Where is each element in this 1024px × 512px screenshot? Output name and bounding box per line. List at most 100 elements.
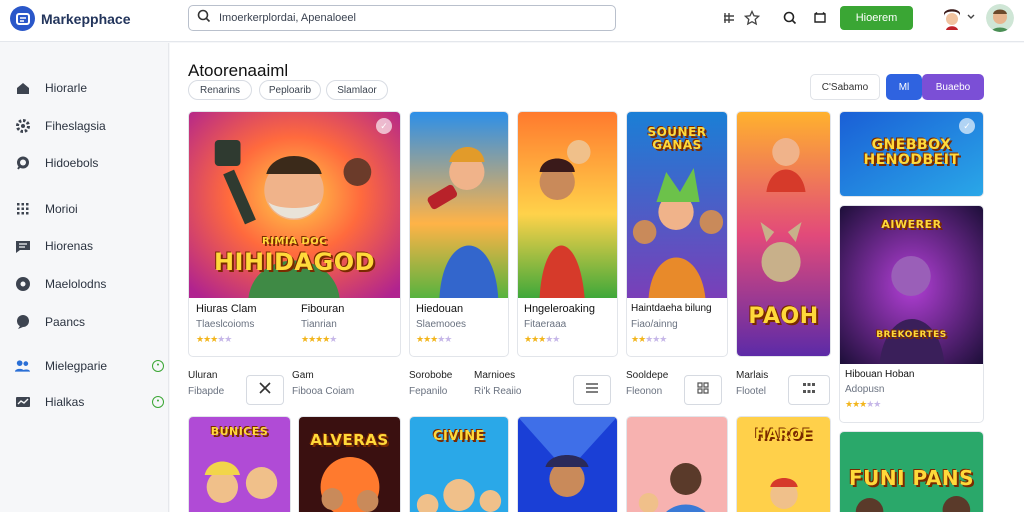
- sidebar-item-label: Hialkas: [45, 394, 85, 409]
- grid-icon: [697, 381, 709, 399]
- game-card[interactable]: BUNICES: [188, 416, 291, 512]
- sort-button[interactable]: C'Sabamo: [810, 74, 880, 100]
- game-card[interactable]: [626, 416, 728, 512]
- primary-action-button[interactable]: Hioerem: [840, 6, 913, 30]
- grid-button[interactable]: [684, 375, 722, 405]
- tools-icon: [258, 381, 272, 400]
- game-card[interactable]: Hngeleroaking Fitaeraaa ★★★★★: [517, 111, 618, 357]
- filter-chip[interactable]: Peploarib: [259, 80, 321, 100]
- rating-stars: ★★★★★: [631, 334, 667, 344]
- item-title: Marlais: [736, 370, 769, 381]
- game-title: Haintdaeha bilung: [631, 303, 712, 314]
- game-card[interactable]: RIMIA DOC HIHIDAGOD ✓ Hiuras Clam Tlaesl…: [188, 111, 401, 357]
- game-art-title: AIWERER: [881, 218, 942, 231]
- game-subtitle: Fiao/ainng: [631, 319, 678, 330]
- game-thumbnail: AIWERER BREKOERTES: [840, 206, 983, 364]
- rating-stars: ★★★★★: [196, 334, 232, 344]
- logo[interactable]: Markepphace: [10, 6, 130, 31]
- profile-avatar[interactable]: [986, 4, 1014, 32]
- comment-icon: [14, 313, 31, 330]
- search-bar[interactable]: [188, 5, 616, 31]
- sidebar-item-messages[interactable]: Hiorenas: [14, 237, 164, 254]
- grid-icon: [14, 200, 31, 217]
- list-icon: [585, 381, 599, 399]
- sidebar-item-label: Hiorarle: [45, 80, 88, 95]
- sidebar-item-label: Fiheslagsia: [45, 118, 106, 133]
- game-title: Hiuras Clam: [196, 303, 257, 315]
- game-art-title: BUNICES: [210, 425, 269, 438]
- game-art-title: PAOH: [748, 304, 819, 329]
- chevron-down-icon[interactable]: [966, 12, 976, 22]
- search-icon[interactable]: [781, 9, 799, 27]
- game-subtitle: Tianrian: [301, 319, 337, 330]
- filter-chip[interactable]: Renarins: [188, 80, 252, 100]
- search-input[interactable]: [219, 12, 599, 24]
- game-art-subtitle: RIMIA DOC: [262, 236, 327, 247]
- game-thumbnail: CIVINE: [410, 417, 508, 512]
- sidebar-item-label: Hidoebols: [45, 155, 99, 170]
- game-subtitle: Slaemooes: [416, 319, 467, 330]
- grid-button[interactable]: [788, 375, 830, 405]
- grid-icon[interactable]: [720, 9, 738, 27]
- item-title: Sorobobe: [409, 370, 453, 381]
- item-title: Gam: [292, 370, 314, 381]
- item-subtitle: Fibapde: [188, 386, 225, 397]
- game-thumbnail: RIMIA DOC HIHIDAGOD ✓: [189, 112, 400, 298]
- main-content: Atoorenaaiml Renarins Peploarib Slamlaor…: [170, 43, 1024, 512]
- favorite-icon[interactable]: ✓: [959, 118, 975, 134]
- top-bar: Markepphace Hioerem: [0, 0, 1024, 42]
- game-card[interactable]: AIWERER BREKOERTES Hibouan Hoban Adopusn…: [839, 205, 984, 423]
- game-card[interactable]: HAROE: [736, 416, 831, 512]
- star-icon[interactable]: [743, 9, 761, 27]
- game-thumbnail: FUNI PANS: [840, 432, 983, 512]
- app-name: Markepphace: [41, 10, 131, 27]
- avatar[interactable]: [938, 4, 966, 32]
- page-title: Atoorenaaiml: [188, 61, 289, 80]
- item-subtitle: Fepanilo: [409, 386, 448, 397]
- favorite-icon[interactable]: ✓: [376, 118, 392, 134]
- list-button[interactable]: [573, 375, 611, 405]
- rating-stars: ★★★★★: [416, 334, 452, 344]
- game-title: Hiedouan: [416, 303, 464, 315]
- sidebar-item-users[interactable]: Mielegparie •: [14, 357, 164, 374]
- sidebar-item-media[interactable]: Maelolodns: [14, 275, 164, 292]
- filter-chip[interactable]: Slamlaor: [326, 80, 388, 100]
- sidebar-item-label: Mielegparie: [45, 358, 108, 373]
- game-thumbnail: PAOH: [737, 112, 830, 356]
- disc-icon: [14, 275, 31, 292]
- grid-view-button[interactable]: Ml: [886, 74, 922, 100]
- game-art-title: ALVERAS: [310, 431, 389, 449]
- game-card[interactable]: FUNI PANS: [839, 431, 984, 512]
- game-thumbnail: [410, 112, 508, 298]
- game-title: Hibouan Hoban: [845, 369, 915, 380]
- sidebar-item-chat[interactable]: Hidoebols: [14, 154, 164, 171]
- item-subtitle: Fibooa Coiam: [292, 386, 355, 397]
- game-card[interactable]: GNEBBOX HENODBEIT ✓: [839, 111, 984, 197]
- sidebar: Hiorarle Fiheslagsia Hidoebols Morioi Hi…: [0, 43, 169, 512]
- game-card[interactable]: [517, 416, 618, 512]
- game-card[interactable]: PAOH: [736, 111, 831, 357]
- item-subtitle: Fleonon: [626, 386, 663, 397]
- rating-stars: ★★★★★: [845, 399, 881, 409]
- sidebar-item-comments[interactable]: Paancs: [14, 313, 164, 330]
- cart-icon[interactable]: [811, 9, 829, 27]
- tools-button[interactable]: [246, 375, 284, 405]
- sidebar-item-home[interactable]: Hiorarle: [14, 79, 164, 96]
- list-view-button[interactable]: Buaebo: [922, 74, 984, 100]
- users-icon: [14, 357, 31, 374]
- game-title: Fibouran: [301, 303, 345, 315]
- game-card[interactable]: SOUNER GANAS Haintdaeha bilung Fiao/ainn…: [626, 111, 728, 357]
- game-card[interactable]: CIVINE: [409, 416, 509, 512]
- item-subtitle: Flootel: [736, 386, 767, 397]
- status-badge: •: [152, 395, 164, 408]
- game-card[interactable]: Hiedouan Slaemooes ★★★★★: [409, 111, 509, 357]
- game-thumbnail: SOUNER GANAS: [627, 112, 727, 298]
- chat-icon: [14, 154, 31, 171]
- game-art-title: GNEBBOX HENODBEIT: [863, 137, 960, 168]
- sidebar-item-grid[interactable]: Morioi: [14, 200, 164, 217]
- game-card[interactable]: ALVERAS: [298, 416, 401, 512]
- game-thumbnail: BUNICES: [189, 417, 290, 512]
- status-badge: •: [152, 359, 164, 372]
- sidebar-item-settings[interactable]: Fiheslagsia: [14, 117, 164, 134]
- sidebar-item-stats[interactable]: Hialkas •: [14, 393, 164, 410]
